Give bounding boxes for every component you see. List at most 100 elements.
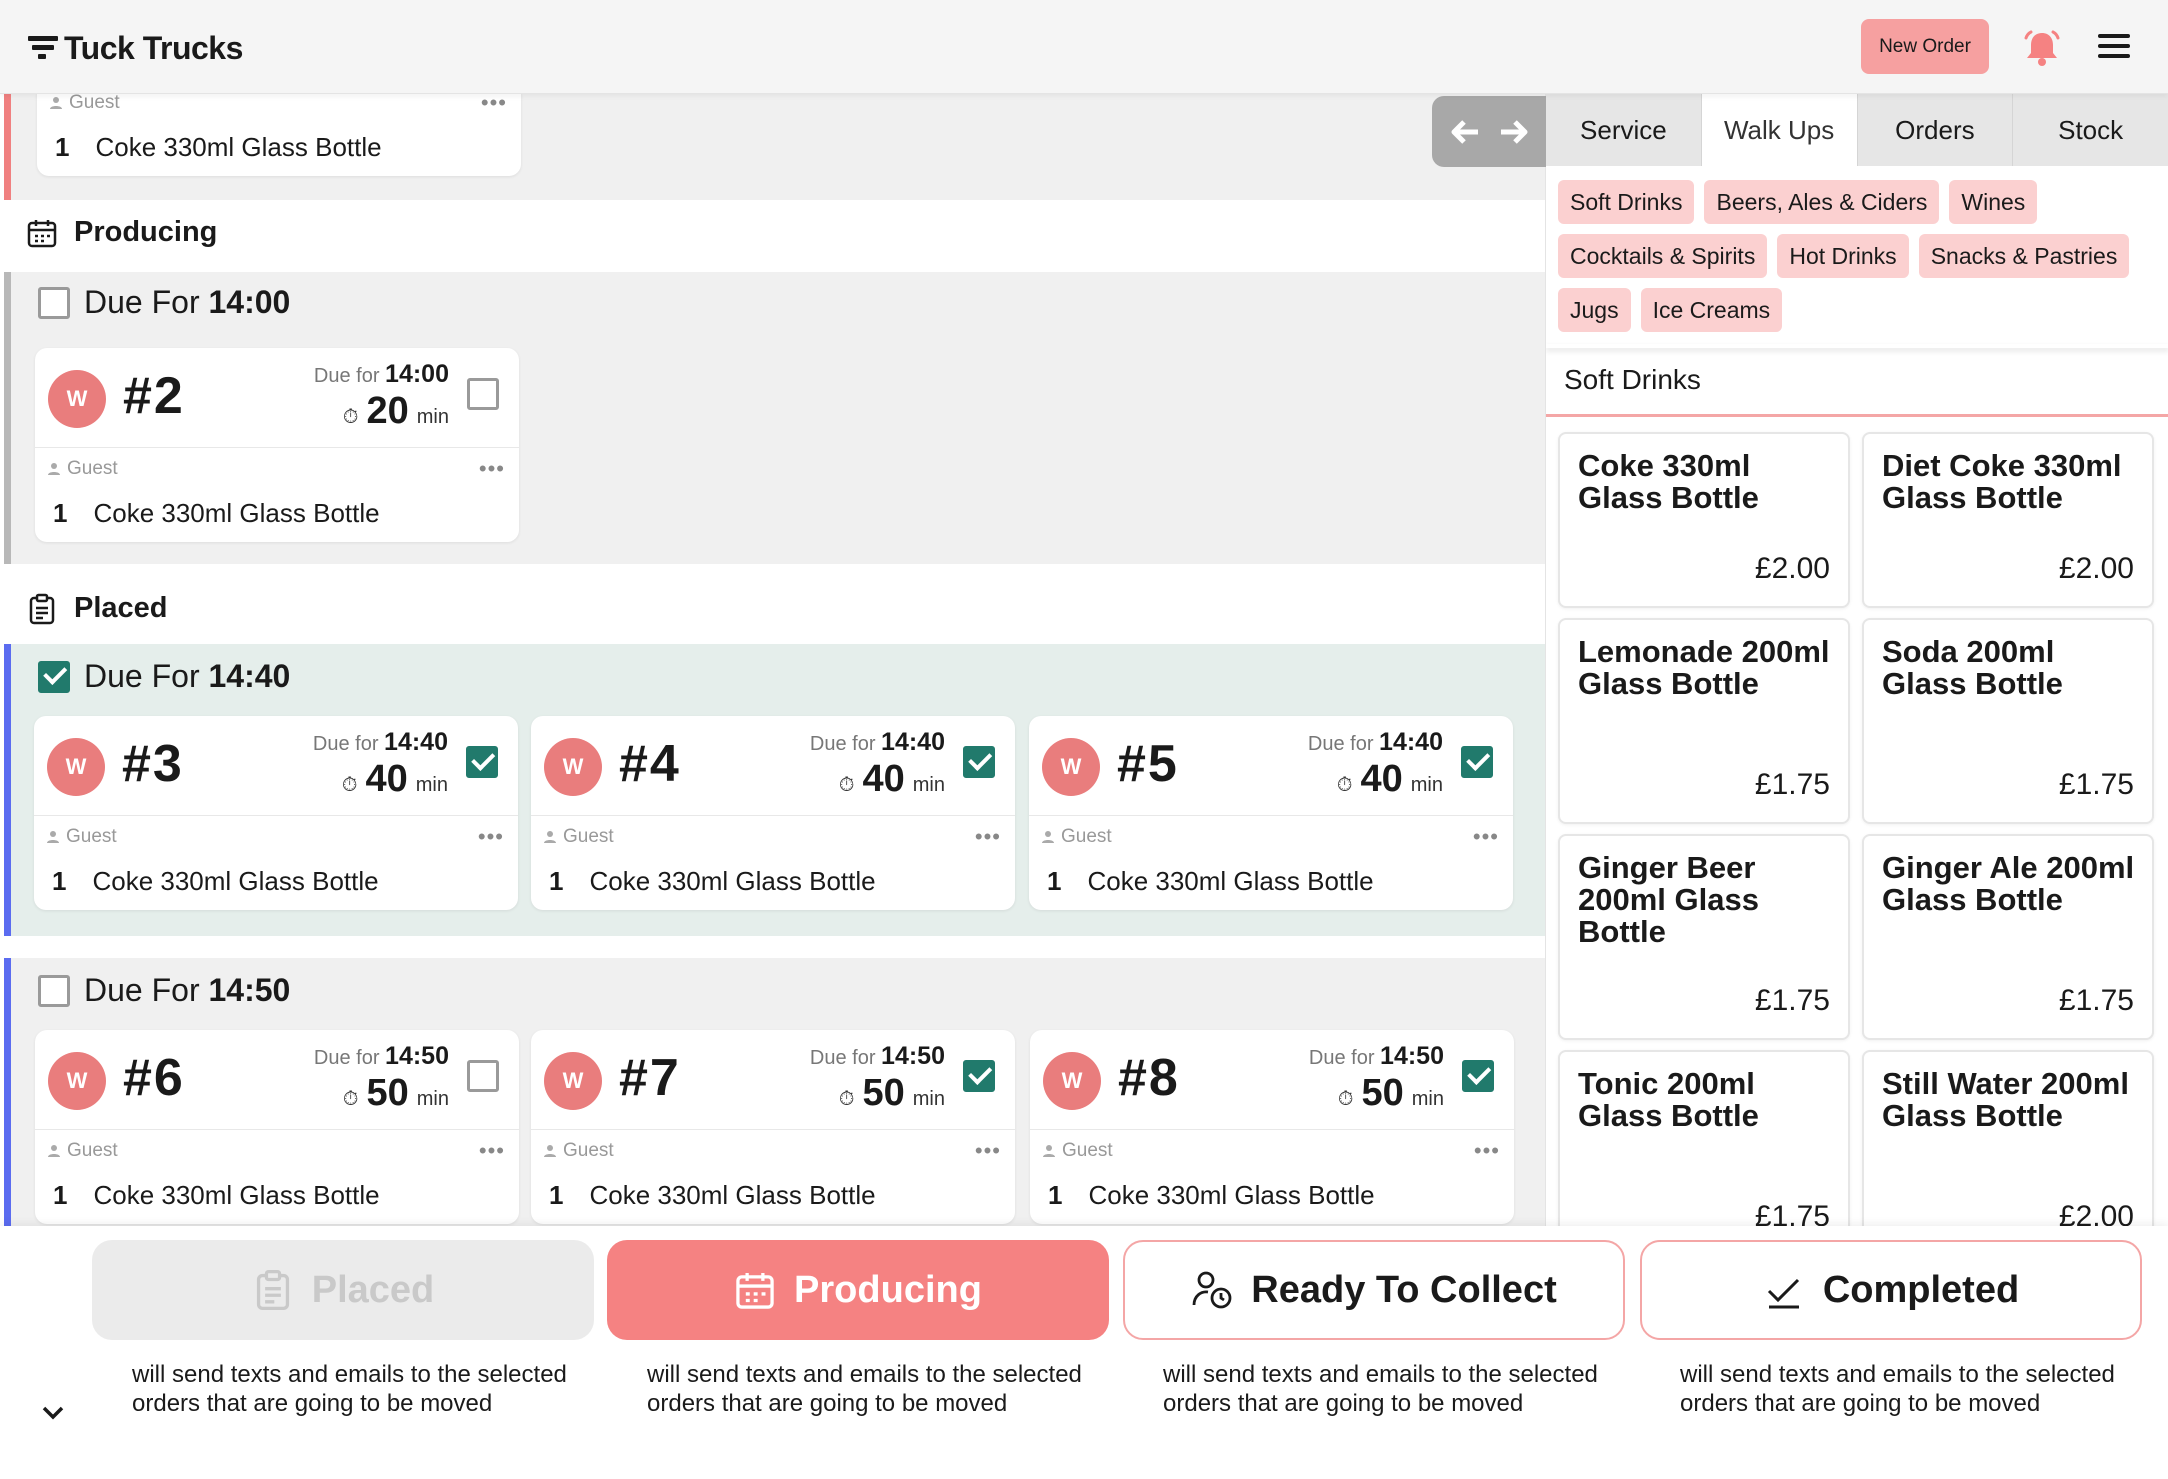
due-label: Due For 14:40 [84, 658, 291, 694]
more-options-icon[interactable]: ••• [975, 824, 1001, 850]
order-checkbox[interactable] [963, 746, 995, 778]
chevron-down-icon[interactable] [38, 1398, 68, 1428]
hamburger-menu-icon[interactable] [2098, 34, 2130, 58]
lane-color-bar [4, 272, 11, 564]
order-card[interactable]: W #2 Due for 14:00 ⏱ 20 min Guest ••• 1 Cok… [35, 348, 519, 542]
order-checkbox[interactable] [963, 1060, 995, 1092]
category-ice-creams[interactable]: Ice Creams [1640, 288, 1783, 332]
product-tile[interactable]: Still Water 200ml Glass Bottle £2.00 [1862, 1050, 2154, 1226]
order-number: #6 [123, 1049, 185, 1107]
category-snacks-pastries[interactable]: Snacks & Pastries [1918, 234, 2130, 278]
product-price: £2.00 [1754, 552, 1830, 585]
line-item: 1 Coke 330ml Glass Bottle [549, 866, 876, 896]
group-checkbox[interactable] [38, 286, 70, 319]
order-number: #7 [619, 1049, 681, 1107]
category-wines[interactable]: Wines [1949, 180, 2038, 224]
due-group-header[interactable]: Due For 14:50 [38, 972, 290, 1009]
stopwatch-icon: ⏱ [838, 774, 855, 796]
more-options-icon[interactable]: ••• [479, 1138, 505, 1164]
person-icon [544, 831, 556, 843]
order-checkbox[interactable] [466, 746, 498, 778]
order-number: #4 [619, 735, 681, 793]
panel-toggle-arrows[interactable] [1432, 96, 1546, 167]
tab-walk-ups[interactable]: Walk Ups [1701, 94, 1858, 166]
customer-name: Guest [47, 1140, 118, 1162]
person-icon [1043, 1145, 1055, 1157]
group-checkbox[interactable] [38, 974, 70, 1007]
product-name: Ginger Ale 200ml Glass Bottle [1882, 850, 2135, 917]
order-card[interactable]: Guest ••• 1 Coke 330ml Glass Bottle [37, 94, 521, 176]
arrow-left-icon[interactable] [1448, 115, 1482, 149]
more-options-icon[interactable]: ••• [1474, 1138, 1500, 1164]
panel-tabs: Service Walk Ups Orders Stock [1546, 94, 2168, 166]
calendar-icon [27, 219, 57, 247]
order-card[interactable]: W #5 Due for 14:40 ⏱ 40 min Guest ••• 1 Cok… [1029, 716, 1513, 910]
product-price: £1.75 [1754, 768, 1830, 801]
order-checkbox[interactable] [1461, 746, 1493, 778]
order-card[interactable]: W #7 Due for 14:50 ⏱ 50 min Guest ••• 1 Cok… [531, 1030, 1015, 1224]
avatar: W [1042, 738, 1100, 796]
tab-orders[interactable]: Orders [1858, 94, 2014, 166]
order-checkbox[interactable] [467, 1060, 499, 1092]
product-tile[interactable]: Tonic 200ml Glass Bottle £1.75 [1558, 1050, 1850, 1226]
order-minutes: ⏱ 20 min [342, 390, 449, 432]
person-clock-icon [1192, 1271, 1232, 1309]
product-tile[interactable]: Lemonade 200ml Glass Bottle £1.75 [1558, 618, 1850, 824]
person-icon [48, 463, 60, 475]
order-checkbox[interactable] [467, 378, 499, 410]
more-options-icon[interactable]: ••• [478, 824, 504, 850]
order-number: #5 [1117, 735, 1179, 793]
order-checkbox[interactable] [1462, 1060, 1494, 1092]
stopwatch-icon: ⏱ [341, 774, 358, 796]
person-icon [50, 97, 62, 109]
person-icon [47, 831, 59, 843]
truck-lines-icon [28, 34, 58, 62]
order-card[interactable]: W #3 Due for 14:40 ⏱ 40 min Guest ••• 1 Cok… [34, 716, 518, 910]
more-options-icon[interactable]: ••• [1473, 824, 1499, 850]
order-minutes: ⏱ 40 min [341, 758, 448, 800]
move-to-completed-button[interactable]: Completed [1640, 1240, 2142, 1340]
product-tile[interactable]: Coke 330ml Glass Bottle £2.00 [1558, 432, 1850, 608]
status-action-bar: Placed Producing Ready To Collect Comple… [0, 1226, 2168, 1479]
order-card[interactable]: W #8 Due for 14:50 ⏱ 50 min Guest ••• 1 Cok… [1030, 1030, 1514, 1224]
category-chips: Soft Drinks Beers, Ales & Ciders Wines C… [1558, 180, 2158, 332]
category-beers-ales-ciders[interactable]: Beers, Ales & Ciders [1704, 180, 1940, 224]
more-options-icon[interactable]: ••• [479, 456, 505, 482]
category-soft-drinks[interactable]: Soft Drinks [1558, 180, 1695, 224]
line-item: 1 Coke 330ml Glass Bottle [52, 866, 379, 896]
section-title: Placed [74, 592, 168, 624]
move-to-ready-button[interactable]: Ready To Collect [1123, 1240, 1625, 1340]
due-label: Due For 14:00 [84, 284, 291, 320]
due-group-header[interactable]: Due For 14:00 [38, 284, 290, 321]
tab-service[interactable]: Service [1546, 94, 1702, 166]
more-options-icon[interactable]: ••• [481, 94, 507, 116]
move-to-producing-button[interactable]: Producing [607, 1240, 1109, 1340]
due-group-header[interactable]: Due For 14:40 [38, 658, 290, 695]
group-checkbox[interactable] [38, 660, 70, 693]
bell-icon[interactable] [2022, 28, 2062, 68]
tab-stock[interactable]: Stock [2013, 94, 2168, 166]
lane-due-1400: Due For 14:00 W #2 Due for 14:00 ⏱ 20 min … [4, 272, 1545, 564]
app-logo[interactable]: Tuck Trucks [28, 28, 243, 68]
product-name: Coke 330ml Glass Bottle [1578, 448, 1759, 515]
order-due-time: Due for 14:00 [313, 360, 449, 388]
category-cocktails-spirits[interactable]: Cocktails & Spirits [1558, 234, 1768, 278]
more-options-icon[interactable]: ••• [975, 1138, 1001, 1164]
order-card[interactable]: W #4 Due for 14:40 ⏱ 40 min Guest ••• 1 Cok… [531, 716, 1015, 910]
category-hot-drinks[interactable]: Hot Drinks [1777, 234, 1909, 278]
product-tile[interactable]: Soda 200ml Glass Bottle £1.75 [1862, 618, 2154, 824]
product-tile[interactable]: Ginger Ale 200ml Glass Bottle £1.75 [1862, 834, 2154, 1040]
category-jugs[interactable]: Jugs [1558, 288, 1631, 332]
product-tile[interactable]: Ginger Beer 200ml Glass Bottle £1.75 [1558, 834, 1850, 1040]
customer-name: Guest [49, 94, 120, 114]
move-to-placed-button[interactable]: Placed [92, 1240, 594, 1340]
order-card[interactable]: W #6 Due for 14:50 ⏱ 50 min Guest ••• 1 Cok… [35, 1030, 519, 1224]
product-tile[interactable]: Diet Coke 330ml Glass Bottle £2.00 [1862, 432, 2154, 608]
product-price: £2.00 [2058, 1200, 2134, 1226]
order-due-time: Due for 14:50 [313, 1042, 449, 1070]
arrow-right-icon[interactable] [1497, 115, 1531, 149]
new-order-button[interactable]: New Order [1861, 19, 1989, 74]
avatar: W [544, 738, 602, 796]
stopwatch-icon: ⏱ [838, 1088, 855, 1110]
person-icon [48, 1145, 60, 1157]
